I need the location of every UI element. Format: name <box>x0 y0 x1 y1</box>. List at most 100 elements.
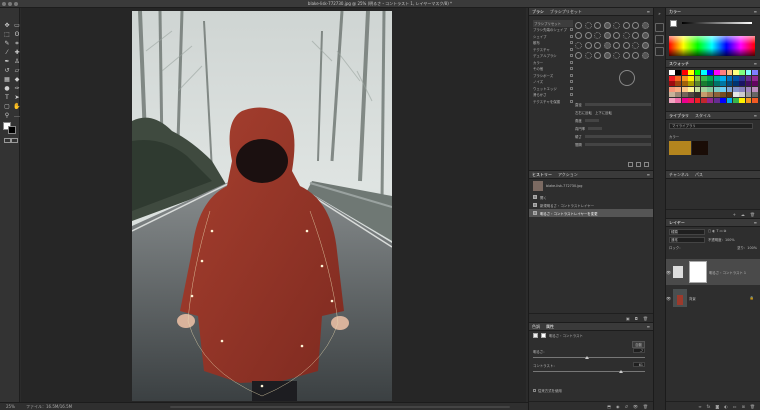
brush-tip[interactable] <box>613 52 620 59</box>
layer-name[interactable]: 明るさ・コントラスト 1 <box>709 270 746 275</box>
color-swatch[interactable] <box>726 70 733 75</box>
color-swatch[interactable] <box>713 97 720 103</box>
angle-roundness-widget[interactable] <box>619 70 635 86</box>
color-swatch[interactable] <box>694 70 701 75</box>
brush-tip[interactable] <box>641 52 649 59</box>
angle-field[interactable] <box>584 118 599 122</box>
brush-tip[interactable] <box>594 22 601 29</box>
brush-tip[interactable] <box>641 22 649 29</box>
delete-icon[interactable]: 🗑 <box>750 212 755 217</box>
tab-channels[interactable]: チャンネル <box>669 172 689 178</box>
color-swatch[interactable] <box>688 81 694 87</box>
brush-tip[interactable] <box>622 22 630 29</box>
color-swatch[interactable] <box>681 92 688 98</box>
color-swatch[interactable] <box>739 92 746 98</box>
eyedropper-tool-icon[interactable]: ⁄ <box>3 49 11 56</box>
lock-icon[interactable] <box>570 80 573 84</box>
color-swatch[interactable] <box>752 81 758 87</box>
brush-tip[interactable] <box>603 42 611 49</box>
color-swatch[interactable] <box>745 92 752 98</box>
brush-dock-icon[interactable] <box>655 47 664 56</box>
layer-name[interactable]: 背景 <box>689 296 696 301</box>
color-swatch[interactable] <box>713 81 720 87</box>
history-brush-icon[interactable]: ↺ <box>3 67 11 74</box>
color-swatch[interactable] <box>720 92 726 98</box>
color-swatch[interactable] <box>694 97 701 103</box>
color-swatch[interactable] <box>669 97 675 103</box>
quick-select-tool-icon[interactable]: ✎ <box>3 40 11 47</box>
layer-row-adjustment[interactable]: 👁 明るさ・コントラスト 1 <box>666 259 760 285</box>
color-swatch[interactable] <box>675 81 682 87</box>
layer-row-background[interactable]: 👁 背景 🔒 <box>666 287 760 309</box>
brush-tip[interactable] <box>622 42 630 49</box>
color-swatch[interactable] <box>726 92 733 98</box>
color-swatch[interactable] <box>700 75 707 81</box>
history-step[interactable]: 新規明るさ・コントラストレイヤー <box>529 201 653 209</box>
brightness-knob[interactable] <box>585 356 590 359</box>
shape-tool-icon[interactable]: ▢ <box>3 103 11 110</box>
add-content-icon[interactable]: + <box>733 212 736 217</box>
panel-menu-icon[interactable]: ≡ <box>647 9 650 14</box>
delete-icon[interactable]: 🗑 <box>643 316 648 321</box>
color-swatch[interactable] <box>720 81 726 87</box>
color-swatch[interactable] <box>739 97 746 103</box>
color-swatch[interactable] <box>732 81 739 87</box>
tab-color[interactable]: カラー <box>669 9 681 15</box>
lock-icon[interactable] <box>570 41 573 45</box>
color-swatch[interactable] <box>681 97 688 103</box>
tab-libraries[interactable]: ライブラリ <box>669 113 689 119</box>
color-swatch[interactable] <box>739 81 746 87</box>
color-swatch[interactable] <box>726 86 733 92</box>
color-swatch[interactable] <box>694 75 701 81</box>
color-swatch[interactable] <box>713 70 720 75</box>
layer-kind-select[interactable]: 種類 <box>669 229 705 235</box>
color-swatch[interactable] <box>732 75 739 81</box>
tab-paths[interactable]: パス <box>695 172 703 178</box>
tab-history[interactable]: ヒストリー <box>532 172 552 178</box>
visibility-eye-icon[interactable]: 👁 <box>666 270 671 275</box>
color-swatch[interactable] <box>707 92 714 98</box>
color-swatch[interactable] <box>688 70 694 75</box>
new-group-icon[interactable]: ▭ <box>733 404 737 409</box>
new-layer-icon[interactable]: ⊞ <box>742 404 745 409</box>
color-swatch[interactable] <box>732 97 739 103</box>
contrast-slider[interactable]: コントラスト： 61 <box>529 362 653 376</box>
library-color-dark[interactable] <box>692 141 708 155</box>
zoom-tool-icon[interactable]: ⚲ <box>3 112 11 119</box>
color-swatch[interactable] <box>739 70 746 75</box>
brush-tip[interactable] <box>575 32 582 39</box>
lock-icon[interactable] <box>570 54 573 58</box>
color-swatch[interactable] <box>707 75 714 81</box>
color-swatch[interactable] <box>745 75 752 81</box>
brush-tip[interactable] <box>584 52 592 59</box>
brush-tip[interactable] <box>632 32 639 39</box>
color-swatch[interactable] <box>669 92 675 98</box>
move-tool-icon[interactable]: ✥ <box>3 22 11 29</box>
lock-icon[interactable] <box>570 60 573 64</box>
brush-tip[interactable] <box>575 22 582 29</box>
blend-mode-select[interactable]: 通常 <box>669 237 705 243</box>
horizontal-scrollbar[interactable] <box>170 406 510 408</box>
color-swatch[interactable] <box>700 81 707 87</box>
crop-tool-icon[interactable]: ⌗ <box>13 40 21 47</box>
panel-menu-icon[interactable]: ≡ <box>754 61 757 66</box>
spacing-slider[interactable] <box>584 142 651 146</box>
delete-icon[interactable]: 🗑 <box>750 404 755 409</box>
color-swatch[interactable] <box>681 75 688 81</box>
color-swatch[interactable] <box>713 75 720 81</box>
brush-tip[interactable] <box>594 42 601 49</box>
lock-icon[interactable] <box>570 28 573 32</box>
document-image[interactable] <box>132 11 392 401</box>
legacy-checkbox[interactable] <box>533 388 536 392</box>
color-swatch[interactable] <box>675 92 682 98</box>
library-section-colors[interactable]: カラー <box>669 134 679 139</box>
collapse-icon[interactable]: » <box>655 11 664 20</box>
brightness-value[interactable]: -7 <box>633 348 645 353</box>
brush-tip[interactable] <box>632 52 639 59</box>
color-swatch[interactable] <box>688 75 694 81</box>
lasso-tool-icon[interactable]: ʘ <box>13 31 21 38</box>
pen-tool-icon[interactable]: ✑ <box>13 85 21 92</box>
stamp-tool-icon[interactable]: ♙ <box>13 58 21 65</box>
brush-size-slider[interactable] <box>584 102 651 106</box>
lock-icon[interactable] <box>570 47 573 51</box>
